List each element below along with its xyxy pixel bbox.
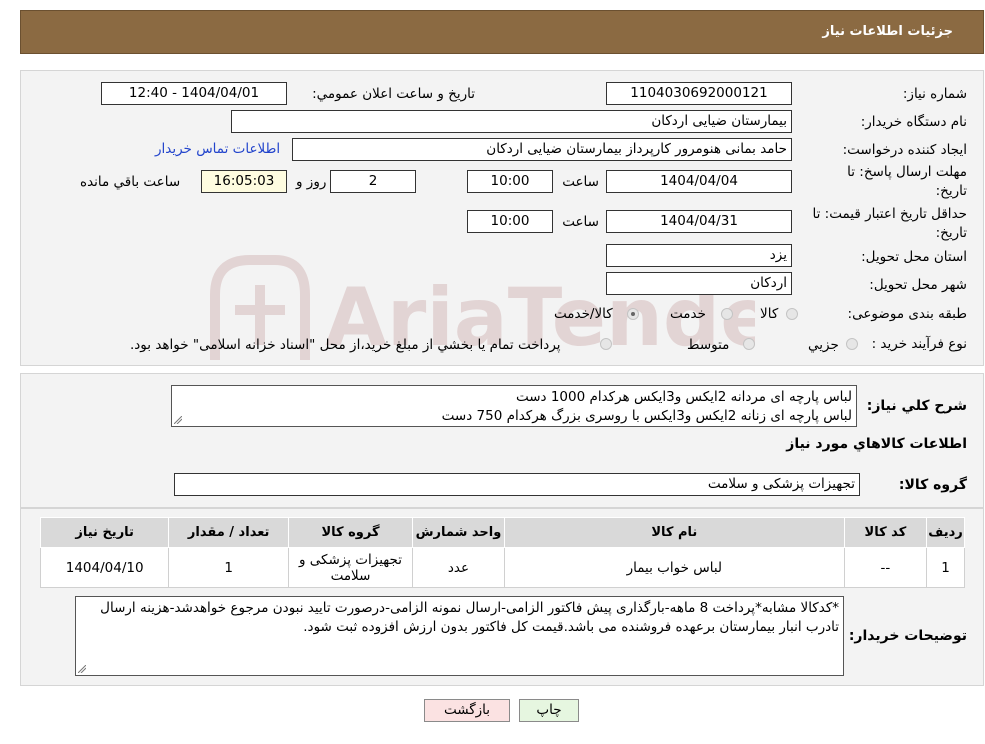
validity-time-label: ساعت — [562, 214, 599, 230]
items-table-header: رديف کد کالا نام کالا واحد شمارش گروه کا… — [39, 517, 965, 548]
validity-time-field[interactable]: 10:00 — [467, 210, 553, 233]
city-field[interactable]: اردکان — [606, 272, 792, 295]
resize-grip-icon[interactable] — [78, 665, 86, 673]
goods-group-label: گروه کالا: — [898, 477, 967, 493]
process-treasury-note: پرداخت تمام يا بخشي از مبلغ خريد،از محل … — [130, 337, 561, 353]
announce-datetime-field[interactable]: 1404/04/01 - 12:40 — [101, 82, 287, 105]
table-row[interactable]: 1 -- لباس خواب بیمار عدد تجهيزات پزشکی و… — [39, 547, 965, 588]
deadline-label-line1: مهلت ارسال پاسخ: تا — [847, 164, 967, 180]
goods-info-title: اطلاعات کالاهاي مورد نياز — [786, 436, 967, 452]
announce-label: تاریخ و ساعت اعلان عمومي: — [312, 86, 475, 102]
creator-field[interactable]: حامد بمانی هنومرور کارپرداز بیمارستان ضی… — [292, 138, 792, 161]
summary-textarea[interactable]: لباس پارچه ای مردانه 2ایکس و3ایکس هرکدام… — [171, 385, 857, 427]
goods-group-field[interactable]: تجهيزات پزشکی و سلامت — [174, 473, 860, 496]
deadline-time-field[interactable]: 10:00 — [467, 170, 553, 193]
city-label: شهر محل تحويل: — [869, 277, 967, 293]
items-table: رديف کد کالا نام کالا واحد شمارش گروه کا… — [39, 517, 965, 588]
summary-line-1: لباس پارچه ای مردانه 2ایکس و3ایکس هرکدام… — [515, 389, 852, 405]
category-goods-radio[interactable] — [786, 308, 798, 320]
col-name-header: نام کالا — [503, 517, 845, 548]
category-service-label: خدمت — [670, 306, 706, 322]
buyer-contact-link[interactable]: اطلاعات تماس خريدار — [155, 141, 280, 157]
col-group-header: گروه کالا — [288, 517, 413, 548]
process-type-label: نوع فرآیند خرید : — [871, 336, 967, 352]
category-label: طبقه بندی موضوعی: — [847, 306, 967, 322]
row-index-cell: 1 — [926, 547, 965, 588]
col-date-header: تاريخ نياز — [39, 517, 170, 548]
process-minor-label: جزيي — [808, 337, 839, 353]
need-number-field[interactable]: 1104030692000121 — [606, 82, 792, 105]
category-goods-service-radio[interactable] — [627, 308, 639, 320]
item-unit-cell: عدد — [411, 547, 505, 588]
col-unit-header: واحد شمارش — [411, 517, 505, 548]
col-row-header: رديف — [926, 517, 965, 548]
creator-label: ايجاد کننده درخواست: — [842, 142, 967, 158]
resize-grip-icon[interactable] — [174, 416, 182, 424]
deadline-time-label: ساعت — [562, 174, 599, 190]
need-number-label: شماره نیاز: — [902, 86, 967, 102]
remaining-time-field: 16:05:03 — [201, 170, 287, 193]
buyer-notes-textarea[interactable]: *کدکالا مشابه*پرداخت 8 ماهه-بارگذاری پیش… — [75, 596, 844, 676]
process-treasury-checkbox[interactable] — [600, 338, 612, 350]
category-goods-service-label: کالا/خدمت — [554, 306, 613, 322]
deadline-label-line2: تاریخ: — [935, 183, 967, 199]
province-field[interactable]: یزد — [606, 244, 792, 267]
province-label: استان محل تحويل: — [861, 249, 967, 265]
col-code-header: کد کالا — [843, 517, 928, 548]
validity-date-field[interactable]: 1404/04/31 — [606, 210, 792, 233]
process-medium-radio[interactable] — [743, 338, 755, 350]
item-code-cell: -- — [843, 547, 928, 588]
days-remaining-field[interactable]: 2 — [330, 170, 416, 193]
buyer-notes-text: *کدکالا مشابه*پرداخت 8 ماهه-بارگذاری پیش… — [100, 600, 839, 635]
buyer-org-label: نام دستگاه خريدار: — [860, 114, 967, 130]
col-quantity-header: تعداد / مقدار — [168, 517, 290, 548]
item-group-cell: تجهيزات پزشکی و سلامت — [288, 547, 413, 588]
deadline-date-field[interactable]: 1404/04/04 — [606, 170, 792, 193]
print-button[interactable]: چاپ — [519, 699, 579, 722]
days-label: روز و — [296, 174, 327, 190]
validity-label-line2: تاريخ: — [935, 225, 967, 241]
item-quantity-cell: 1 — [168, 547, 290, 588]
process-medium-label: متوسط — [687, 337, 730, 353]
remaining-time-label: ساعت باقي مانده — [80, 174, 181, 190]
summary-line-2: لباس پارچه ای زنانه 2ایکس و3ایکس با روسر… — [441, 408, 852, 424]
buyer-org-field[interactable]: بیمارستان ضیایی اردکان — [231, 110, 792, 133]
buyer-notes-label: توضيحات خريدار: — [848, 628, 967, 644]
category-service-radio[interactable] — [721, 308, 733, 320]
page-title: جزئیات اطلاعات نیاز — [822, 24, 953, 39]
validity-label-line1: حداقل تاريخ اعتبار قيمت: تا — [812, 206, 967, 222]
summary-label: شرح کلي نياز: — [866, 398, 967, 414]
process-minor-radio[interactable] — [846, 338, 858, 350]
item-name-cell: لباس خواب بیمار — [503, 547, 845, 588]
page-header: جزئیات اطلاعات نیاز — [20, 10, 984, 54]
back-button[interactable]: بازگشت — [424, 699, 510, 722]
category-goods-label: کالا — [760, 306, 779, 322]
item-date-cell: 1404/04/10 — [39, 547, 170, 588]
